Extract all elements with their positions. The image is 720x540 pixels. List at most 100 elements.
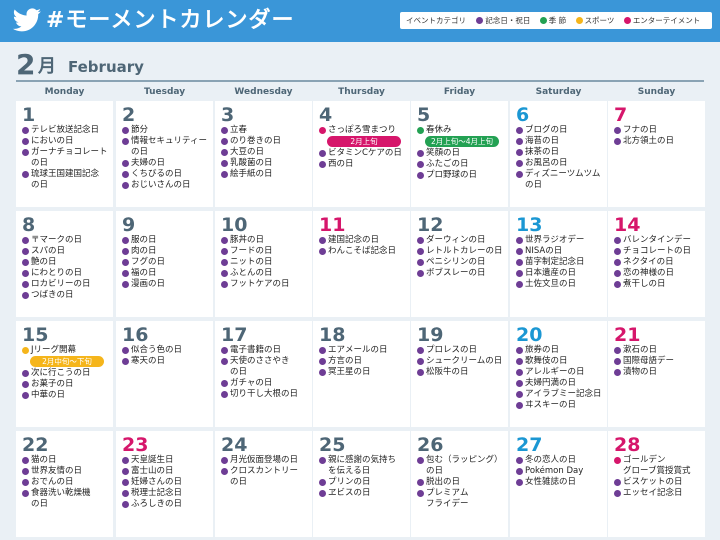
event-item[interactable]: 立春 <box>221 125 309 136</box>
event-item[interactable]: 女性雑誌の日 <box>516 477 604 488</box>
day-cell[interactable]: 9 服の日 肉の日 フグの日 福の日 漫画の日 <box>116 211 213 317</box>
event-item[interactable]: テレビ放送記念日 <box>22 125 110 136</box>
event-item[interactable]: 豚丼の日 <box>221 235 309 246</box>
event-item[interactable]: 北方領土の日 <box>614 136 702 147</box>
event-item[interactable]: 夫婦の日 <box>122 158 210 169</box>
event-item-continued[interactable]: の日 <box>221 367 309 378</box>
event-item[interactable]: 漫画の日 <box>122 279 210 290</box>
day-cell[interactable]: 11 建国記念の日 わんこそば記念日 <box>313 211 410 317</box>
event-item[interactable]: 電子書籍の日 <box>221 345 309 356</box>
event-item[interactable]: 絵手紙の日 <box>221 169 309 180</box>
event-item[interactable]: フナの日 <box>614 125 702 136</box>
day-cell[interactable]: 4 さっぽろ雪まつり 2月上旬 ビタミンCケアの日 西の日 <box>313 101 410 207</box>
day-cell[interactable]: 19 プロレスの日 シュークリームの日 松阪牛の日 <box>411 321 508 427</box>
event-item[interactable]: レトルトカレーの日 <box>417 246 505 257</box>
event-item[interactable]: Pokémon Day <box>516 466 604 477</box>
event-item[interactable]: プリンの日 <box>319 477 407 488</box>
day-cell[interactable]: 23 天皇誕生日 富士山の日 妊婦さんの日 税理士記念日 ふろしきの日 <box>116 431 213 537</box>
event-item[interactable]: 笑顔の日 <box>417 148 505 159</box>
event-item[interactable]: ガチャの日 <box>221 378 309 389</box>
day-cell[interactable]: 24 月光仮面登場の日 クロスカントリー の日 <box>215 431 312 537</box>
event-item[interactable]: 世界友情の日 <box>22 466 110 477</box>
event-item-continued[interactable]: の日 <box>516 180 604 191</box>
event-item[interactable]: 妊婦さんの日 <box>122 477 210 488</box>
event-item-continued[interactable]: の日 <box>122 147 210 158</box>
day-cell[interactable]: 22 猫の日 世界友情の日 おでんの日 食器洗い乾燥機 の日 <box>16 431 113 537</box>
event-item[interactable]: 富士山の日 <box>122 466 210 477</box>
event-item[interactable]: 煮干しの日 <box>614 279 702 290</box>
event-item[interactable]: 世界ラジオデー <box>516 235 604 246</box>
event-item[interactable]: おじいさんの日 <box>122 180 210 191</box>
event-item-continued[interactable]: の日 <box>22 180 110 191</box>
event-item[interactable]: 猫の日 <box>22 455 110 466</box>
event-item[interactable]: ロカビリーの日 <box>22 279 110 290</box>
event-item[interactable]: 琉球王国建国記念 <box>22 169 110 180</box>
day-cell[interactable]: 8 〒マークの日 スパの日 艶の日 にわとりの日 ロカビリーの日 つばきの日 <box>16 211 113 317</box>
event-item[interactable]: エッセイ記念日 <box>614 488 702 499</box>
event-item[interactable]: 松阪牛の日 <box>417 367 505 378</box>
event-item[interactable]: 肉の日 <box>122 246 210 257</box>
event-item[interactable]: 旅券の日 <box>516 345 604 356</box>
event-item[interactable]: 税理士記念日 <box>122 488 210 499</box>
event-item[interactable]: 情報セキュリティー <box>122 136 210 147</box>
event-item[interactable]: のり巻きの日 <box>221 136 309 147</box>
event-item[interactable]: ガーナチョコレート <box>22 147 110 158</box>
day-cell[interactable]: 5 春休み 2月上旬〜4月上旬 笑顔の日 ふたごの日 プロ野球の日 <box>411 101 508 207</box>
event-item[interactable]: 服の日 <box>122 235 210 246</box>
event-item[interactable]: 海苔の日 <box>516 136 604 147</box>
day-cell[interactable]: 6 ブログの日 海苔の日 抹茶の日 お風呂の日 ディズニーツムツム の日 <box>510 101 607 207</box>
day-cell[interactable]: 28 ゴールデン グローブ賞授賞式 ビスケットの日 エッセイ記念日 <box>608 431 705 537</box>
event-item[interactable]: 福の日 <box>122 268 210 279</box>
event-item[interactable]: 親に感謝の気持ち <box>319 455 407 466</box>
event-item-continued[interactable]: の日 <box>22 158 110 169</box>
event-item[interactable]: 国際母語デー <box>614 356 702 367</box>
event-item-continued[interactable]: の日 <box>22 499 110 510</box>
day-cell[interactable]: 1 テレビ放送記念日 においの日 ガーナチョコレート の日 琉球王国建国記念 の日 <box>16 101 113 207</box>
day-cell[interactable]: 21 漱石の日 国際母語デー 漬物の日 <box>608 321 705 427</box>
event-item[interactable]: 歌舞伎の日 <box>516 356 604 367</box>
event-item[interactable]: チョコレートの日 <box>614 246 702 257</box>
day-cell[interactable]: 3 立春 のり巻きの日 大豆の日 乳酸菌の日 絵手紙の日 <box>215 101 312 207</box>
event-item[interactable]: スパの日 <box>22 246 110 257</box>
event-item[interactable]: 食器洗い乾燥機 <box>22 488 110 499</box>
event-item[interactable]: おでんの日 <box>22 477 110 488</box>
event-item[interactable]: ヰスキーの日 <box>516 400 604 411</box>
event-item[interactable]: ふとんの日 <box>221 268 309 279</box>
event-item[interactable]: にわとりの日 <box>22 268 110 279</box>
event-item[interactable]: 似合う色の日 <box>122 345 210 356</box>
day-cell[interactable]: 14 バレンタインデー チョコレートの日 ネクタイの日 恋の神様の日 煮干しの日 <box>608 211 705 317</box>
event-item[interactable]: 〒マークの日 <box>22 235 110 246</box>
event-item[interactable]: 寒天の日 <box>122 356 210 367</box>
event-item[interactable]: ゴールデン <box>614 455 702 466</box>
event-item[interactable]: フグの日 <box>122 257 210 268</box>
event-item[interactable]: 節分 <box>122 125 210 136</box>
event-item[interactable]: 冥王星の日 <box>319 367 407 378</box>
event-item[interactable]: Jリーグ開幕 <box>22 345 110 356</box>
event-item[interactable]: 苗字制定記念日 <box>516 257 604 268</box>
event-item[interactable]: ネクタイの日 <box>614 257 702 268</box>
event-item[interactable]: くちびるの日 <box>122 169 210 180</box>
event-item[interactable]: アレルギーの日 <box>516 367 604 378</box>
event-item[interactable]: エアメールの日 <box>319 345 407 356</box>
event-item[interactable]: NISAの日 <box>516 246 604 257</box>
event-item[interactable]: プロ野球の日 <box>417 170 505 181</box>
event-item[interactable]: 漱石の日 <box>614 345 702 356</box>
day-cell[interactable]: 25 親に感謝の気持ち を伝える日 プリンの日 ヱビスの日 <box>313 431 410 537</box>
event-item[interactable]: 漬物の日 <box>614 367 702 378</box>
event-item-continued[interactable]: の日 <box>417 466 505 477</box>
day-cell[interactable]: 15 Jリーグ開幕 2月中旬〜下旬 次に行こうの日 お菓子の日 中華の日 <box>16 321 113 427</box>
event-item[interactable]: お風呂の日 <box>516 158 604 169</box>
day-cell[interactable]: 10 豚丼の日 フードの日 ニットの日 ふとんの日 フットケアの日 <box>215 211 312 317</box>
event-item-continued[interactable]: グローブ賞授賞式 <box>614 466 702 477</box>
event-item[interactable]: 大豆の日 <box>221 147 309 158</box>
day-cell[interactable]: 17 電子書籍の日 天使のささやき の日 ガチャの日 切り干し大根の日 <box>215 321 312 427</box>
event-item[interactable]: プレミアム <box>417 488 505 499</box>
event-item-continued[interactable]: を伝える日 <box>319 466 407 477</box>
day-cell[interactable]: 12 ダーウィンの日 レトルトカレーの日 ペニシリンの日 ボブスレーの日 <box>411 211 508 317</box>
event-item[interactable]: 方言の日 <box>319 356 407 367</box>
day-cell[interactable]: 20 旅券の日 歌舞伎の日 アレルギーの日 夫婦円満の日 アイラブミー記念日 ヰスキーの日 <box>510 321 607 427</box>
event-item[interactable]: 中華の日 <box>22 390 110 401</box>
event-item[interactable]: 天使のささやき <box>221 356 309 367</box>
event-item[interactable]: 艶の日 <box>22 257 110 268</box>
event-item[interactable]: フードの日 <box>221 246 309 257</box>
